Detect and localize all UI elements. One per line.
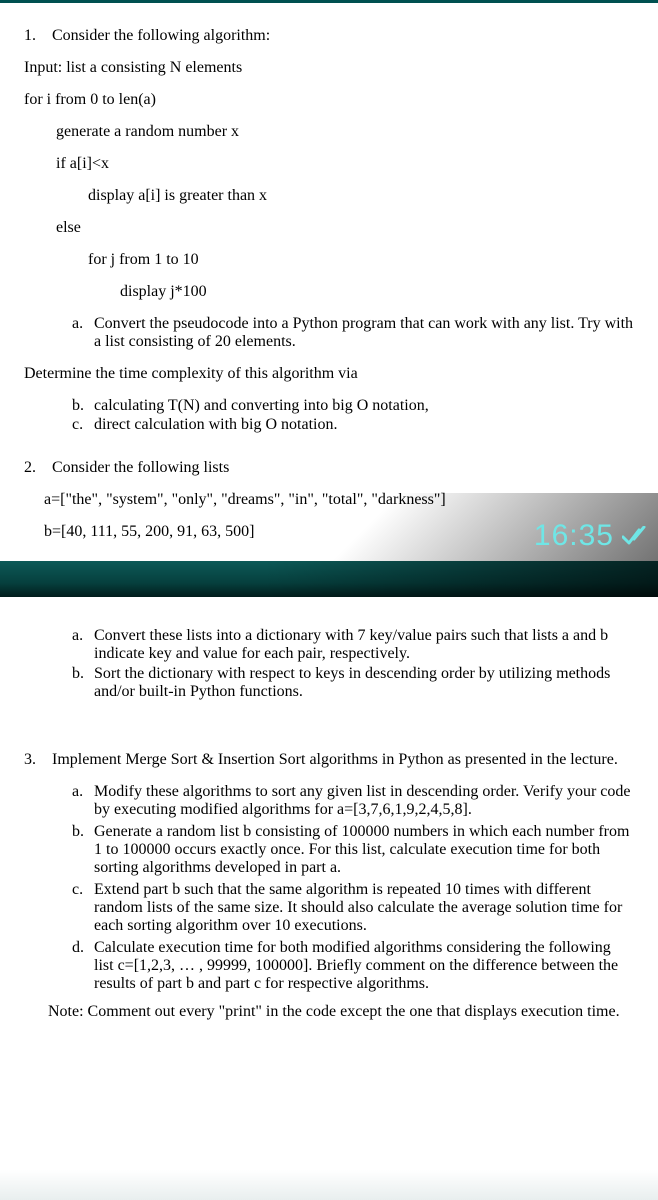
q3-title: Implement Merge Sort & Insertion Sort al… [52, 751, 618, 768]
q2-header: 2. Consider the following lists [24, 459, 634, 477]
q3-a-text: Modify these algorithms to sort any give… [94, 783, 634, 819]
q1-input-line: Input: list a consisting N elements [24, 59, 634, 77]
check-icon [622, 526, 648, 546]
q1-b-label: b. [72, 397, 94, 415]
q2-title: Consider the following lists [52, 459, 229, 476]
q1-header: 1. Consider the following algorithm: [24, 27, 634, 45]
q2-a-label: a. [72, 627, 94, 663]
q3-number: 3. [24, 751, 36, 768]
q3-c-text: Extend part b such that the same algorit… [94, 881, 634, 935]
q1-c-label: c. [72, 416, 94, 434]
q3-d-label: d. [72, 939, 94, 993]
q2-list-a: a=["the", "system", "only", "dreams", "i… [44, 491, 634, 509]
q2-number: 2. [24, 459, 36, 476]
q2-b-text: Sort the dictionary with respect to keys… [94, 665, 634, 701]
q3-b-text: Generate a random list b consisting of 1… [94, 823, 634, 877]
q2-a-text: Convert these lists into a dictionary wi… [94, 627, 634, 663]
q1-b-text: calculating T(N) and converting into big… [94, 397, 429, 415]
q1-a-label: a. [72, 315, 94, 351]
q3-c-label: c. [72, 881, 94, 935]
divider-bar: 16:35 [0, 561, 658, 601]
q1-if-line: if a[i]<x [56, 155, 634, 173]
q3-d-text: Calculate execution time for both modifi… [94, 939, 634, 993]
q2-sub-list: a. Convert these lists into a dictionary… [72, 627, 634, 701]
q3-header: 3. Implement Merge Sort & Insertion Sort… [24, 751, 634, 769]
q3-b-label: b. [72, 823, 94, 877]
clock-time: 16:35 [534, 519, 614, 553]
q1-forj-line: for j from 1 to 10 [88, 251, 634, 269]
q1-a-text: Convert the pseudocode into a Python pro… [94, 315, 634, 351]
q1-generate-line: generate a random number x [56, 123, 634, 141]
clock-overlay: 16:35 [534, 519, 648, 553]
q2-b-label: b. [72, 665, 94, 701]
q1-sub-a: a. Convert the pseudocode into a Python … [72, 315, 634, 351]
q3-note: Note: Comment out every "print" in the c… [48, 1003, 634, 1021]
q1-c-text: direct calculation with big O notation. [94, 416, 338, 434]
q1-title: Consider the following algorithm: [52, 27, 270, 44]
q3-sub-list: a. Modify these algorithms to sort any g… [72, 783, 634, 993]
q1-determine: Determine the time complexity of this al… [24, 365, 634, 383]
q1-display1: display a[i] is greater than x [88, 187, 634, 205]
q3-a-label: a. [72, 783, 94, 819]
q1-sub-bc: b. calculating T(N) and converting into … [72, 397, 634, 434]
q1-number: 1. [24, 27, 36, 44]
q1-display2: display j*100 [120, 283, 634, 301]
q1-else-line: else [56, 219, 634, 237]
q1-for-line: for i from 0 to len(a) [24, 91, 634, 109]
